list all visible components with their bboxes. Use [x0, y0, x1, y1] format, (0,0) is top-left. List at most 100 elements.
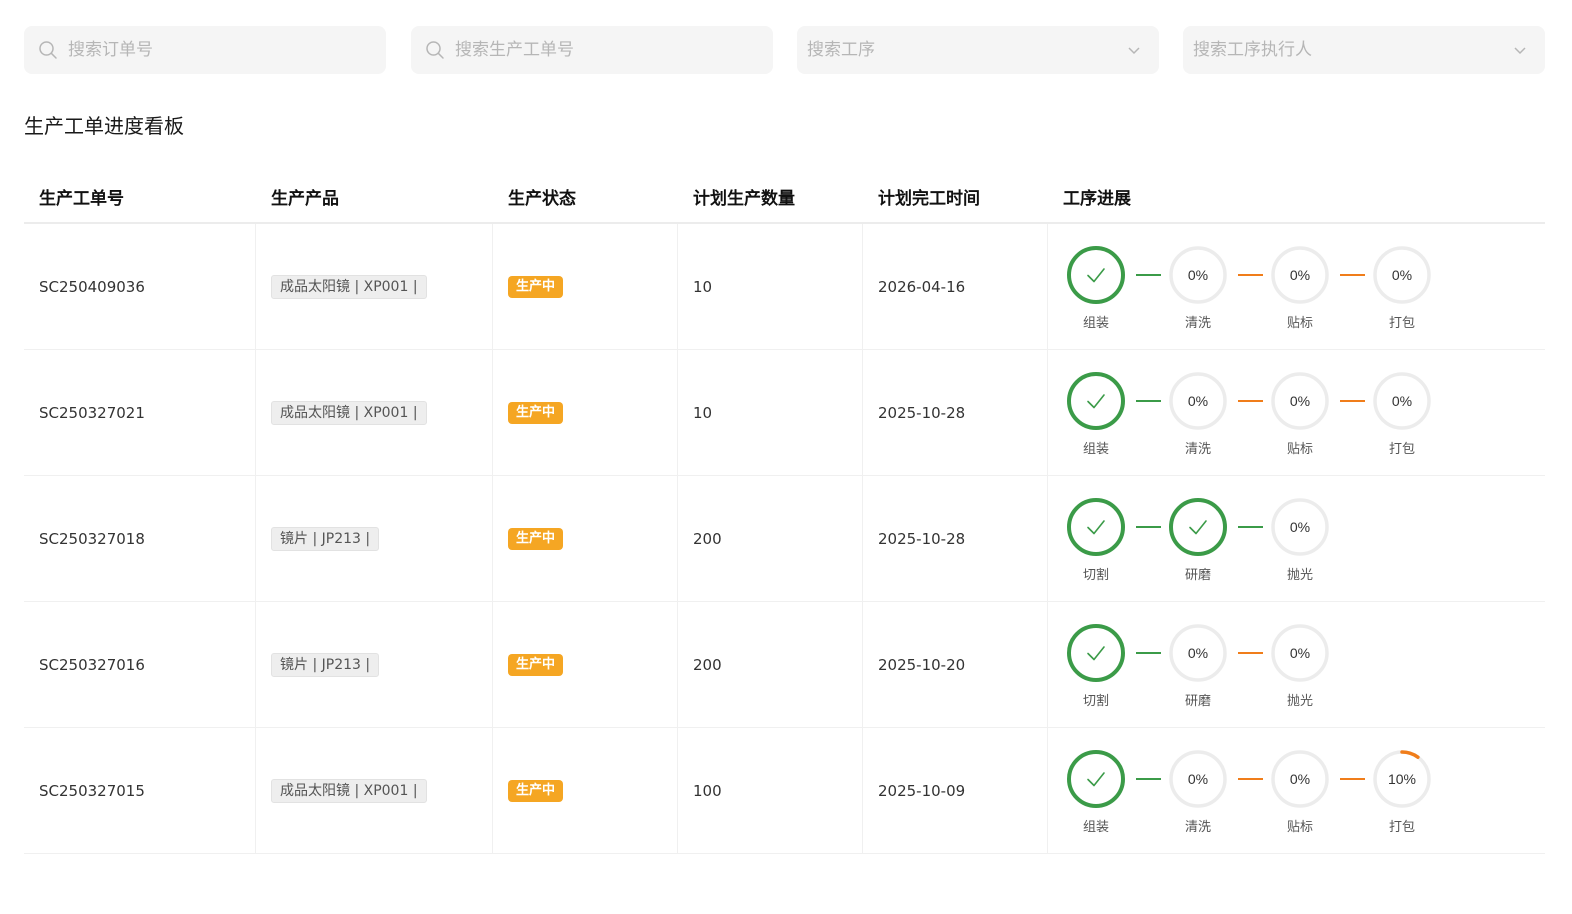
process-step[interactable]: 0% 打包: [1373, 246, 1433, 331]
ring-track: [1169, 498, 1227, 556]
product-tag: 成品太阳镜 | XP001 |: [271, 274, 427, 299]
order-no: SC250327018: [39, 529, 145, 548]
qty-cell: 200: [678, 602, 863, 727]
step-label: 组装: [1082, 442, 1109, 457]
process-step[interactable]: 0% 清洗: [1169, 750, 1229, 835]
step-label: 贴标: [1286, 442, 1313, 457]
progress-percent: 0%: [1290, 645, 1310, 661]
status-cell: 生产中: [493, 476, 678, 601]
step-label: 清洗: [1184, 442, 1211, 457]
ring-track: [1067, 624, 1125, 682]
order-no: SC250327016: [39, 655, 145, 674]
process-step[interactable]: 研磨: [1169, 498, 1229, 583]
table-row[interactable]: SC250409036 成品太阳镜 | XP001 | 生产中 10 2026-04-1…: [24, 224, 1545, 350]
qty-cell: 200: [678, 476, 863, 601]
planned-date: 2025-10-28: [878, 529, 966, 548]
status-badge: 生产中: [508, 779, 564, 802]
process-step[interactable]: 组装: [1067, 246, 1127, 331]
planned-qty: 100: [693, 781, 722, 800]
progress-ring: [1067, 372, 1125, 430]
step-label: 研磨: [1184, 568, 1211, 583]
check-icon: [1087, 520, 1105, 535]
process-select[interactable]: 搜索工序: [797, 26, 1159, 74]
filter-bar: 搜索订单号 搜索生产工单号 搜索工序 搜索工序执行人: [24, 26, 1545, 74]
process-step[interactable]: 0% 清洗: [1169, 246, 1229, 331]
product-tag: 镜片 | JP213 |: [271, 526, 380, 551]
step-label: 清洗: [1184, 316, 1211, 331]
progress-percent: 0%: [1188, 645, 1208, 661]
table-body: SC250409036 成品太阳镜 | XP001 | 生产中 10 2026-04-1…: [24, 224, 1545, 854]
step-label: 研磨: [1184, 694, 1211, 709]
step-connector: [1136, 652, 1161, 654]
step-connector: [1136, 778, 1161, 780]
executor-select[interactable]: 搜索工序执行人: [1183, 26, 1545, 74]
product-cell: 镜片 | JP213 |: [256, 602, 493, 727]
process-step[interactable]: 0% 贴标: [1271, 372, 1331, 457]
date-cell: 2025-10-20: [863, 602, 1048, 727]
check-icon: [1087, 394, 1105, 409]
process-step[interactable]: 0% 打包: [1373, 372, 1433, 457]
process-step[interactable]: 组装: [1067, 750, 1127, 835]
table-row[interactable]: SC250327021 成品太阳镜 | XP001 | 生产中 10 2025-10-2…: [24, 350, 1545, 476]
progress-percent: 0%: [1290, 393, 1310, 409]
status-cell: 生产中: [493, 350, 678, 475]
page-title: 生产工单进度看板: [24, 114, 184, 138]
process-step[interactable]: 切割: [1067, 624, 1127, 709]
process-step[interactable]: 0% 贴标: [1271, 750, 1331, 835]
check-icon: [1087, 772, 1105, 787]
step-connector: [1238, 652, 1263, 654]
process-steps: 组装 0% 清洗 0% 贴标 0% 打包: [1067, 350, 1537, 475]
header-status: 生产状态: [508, 189, 576, 209]
process-step[interactable]: 0% 清洗: [1169, 372, 1229, 457]
date-cell: 2026-04-16: [863, 224, 1048, 349]
process-step[interactable]: 0% 贴标: [1271, 246, 1331, 331]
production-search-input[interactable]: 搜索生产工单号: [411, 26, 773, 74]
step-label: 打包: [1388, 316, 1415, 331]
process-step[interactable]: 切割: [1067, 498, 1127, 583]
planned-date: 2026-04-16: [878, 277, 966, 296]
progress-ring: [1067, 498, 1125, 556]
date-cell: 2025-10-28: [863, 476, 1048, 601]
planned-qty: 10: [693, 277, 713, 296]
process-steps: 切割 0% 研磨 0% 抛光: [1067, 602, 1537, 727]
status-badge: 生产中: [508, 527, 564, 550]
step-label: 清洗: [1184, 820, 1211, 835]
progress-ring: 0%: [1271, 246, 1329, 304]
order-no: SC250409036: [39, 277, 145, 296]
process-step[interactable]: 0% 研磨: [1169, 624, 1229, 709]
process-step[interactable]: 组装: [1067, 372, 1127, 457]
progress-ring: 0%: [1373, 372, 1431, 430]
table-row[interactable]: SC250327015 成品太阳镜 | XP001 | 生产中 100 2025-10-…: [24, 728, 1545, 854]
order-search-input[interactable]: 搜索订单号: [24, 26, 386, 74]
progress-ring: 0%: [1271, 372, 1329, 430]
status-badge: 生产中: [508, 275, 564, 298]
table-row[interactable]: SC250327016 镜片 | JP213 | 生产中 200 2025-10-20 切…: [24, 602, 1545, 728]
product-tag: 镜片 | JP213 |: [271, 652, 380, 677]
status-badge: 生产中: [508, 653, 564, 676]
step-label: 贴标: [1286, 316, 1313, 331]
qty-cell: 10: [678, 224, 863, 349]
step-label: 组装: [1082, 316, 1109, 331]
process-step[interactable]: 0% 抛光: [1271, 498, 1331, 583]
chevron-down-icon: [1128, 47, 1140, 55]
order-no-cell: SC250327016: [24, 602, 256, 727]
step-connector: [1136, 400, 1161, 402]
planned-date: 2025-10-28: [878, 403, 966, 422]
product-cell: 镜片 | JP213 |: [256, 476, 493, 601]
step-label: 贴标: [1286, 820, 1313, 835]
process-step[interactable]: 10% 打包: [1373, 750, 1433, 835]
order-no-cell: SC250409036: [24, 224, 256, 349]
progress-ring: [1067, 246, 1125, 304]
step-label: 抛光: [1286, 568, 1313, 583]
order-no-cell: SC250327021: [24, 350, 256, 475]
ring-track: [1067, 246, 1125, 304]
progress-percent: 0%: [1290, 267, 1310, 283]
step-connector: [1238, 526, 1263, 528]
progress-percent: 0%: [1188, 771, 1208, 787]
table-row[interactable]: SC250327018 镜片 | JP213 | 生产中 200 2025-10-28 切…: [24, 476, 1545, 602]
planned-qty: 200: [693, 529, 722, 548]
step-label: 打包: [1388, 442, 1415, 457]
process-step[interactable]: 0% 抛光: [1271, 624, 1331, 709]
check-icon: [1087, 268, 1105, 283]
step-label: 切割: [1082, 568, 1109, 583]
